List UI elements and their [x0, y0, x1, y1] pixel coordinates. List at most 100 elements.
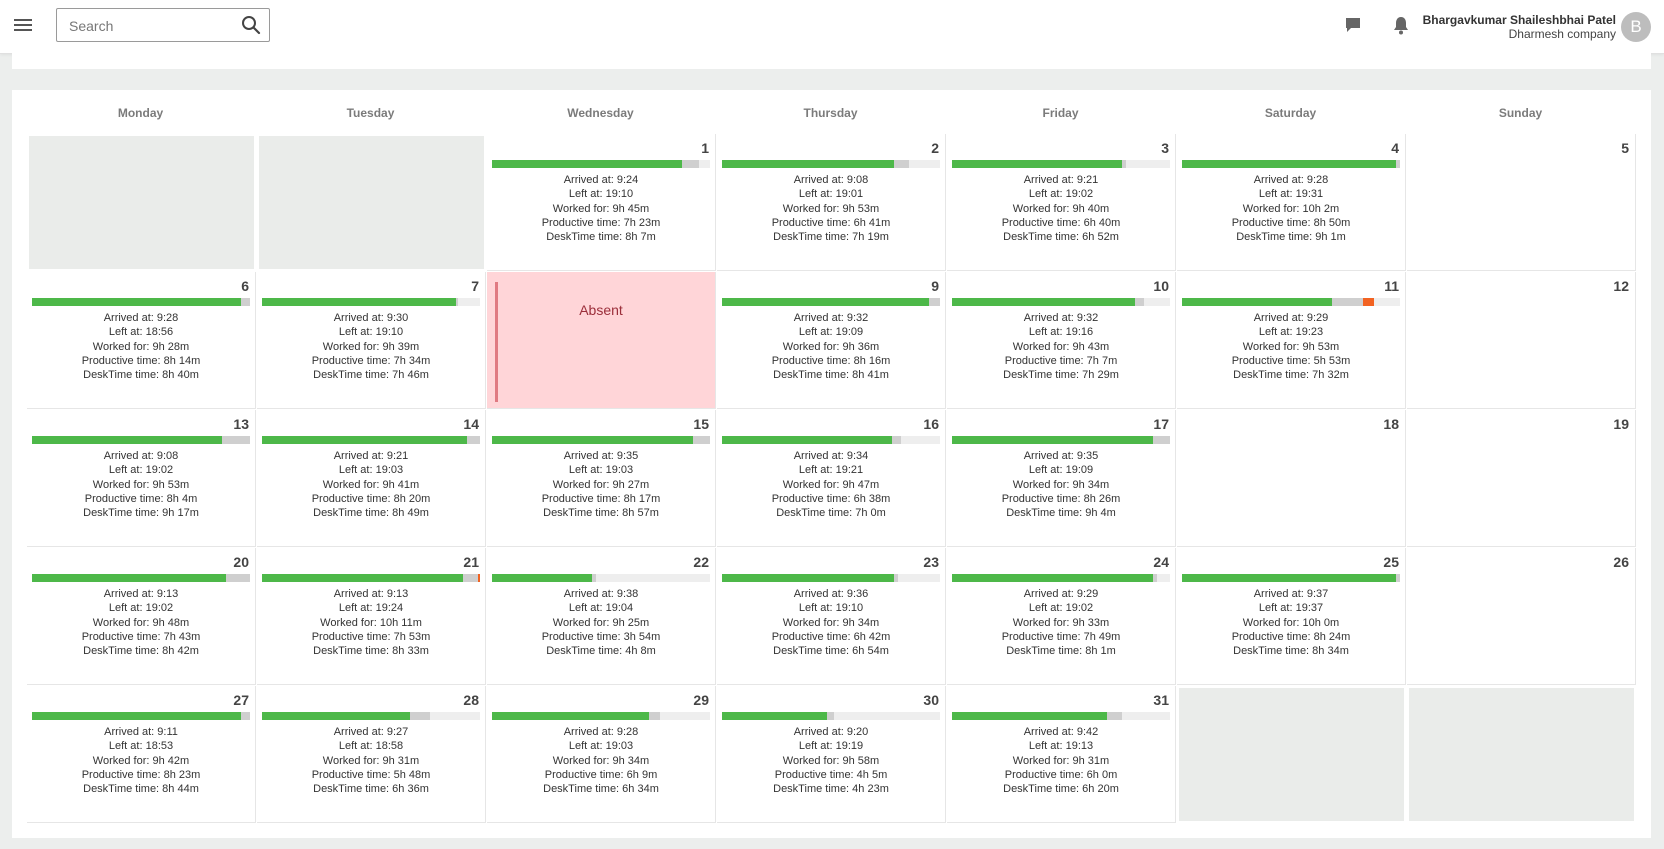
desktime-time-label: DeskTime time:	[313, 783, 393, 796]
arrived-at-label: Arrived at:	[333, 726, 387, 738]
productive-time: Productive time: 5h 48m	[257, 768, 485, 782]
desktime-time: DeskTime time: 8h 33m	[257, 644, 485, 658]
calendar-day-24[interactable]: 24 Arrived at: 9:29 Left at: 19:02 Worked f…	[947, 548, 1176, 685]
menu-icon[interactable]	[12, 15, 34, 37]
calendar-day-15[interactable]: 15 Arrived at: 9:35 Left at: 19:03 Worked f…	[487, 410, 716, 547]
day-number: 10	[1153, 278, 1169, 294]
calendar-day-23[interactable]: 23 Arrived at: 9:36 Left at: 19:10 Worked f…	[717, 548, 946, 685]
search-box[interactable]	[56, 8, 270, 42]
day-stats: Arrived at: 9:21 Left at: 19:03 Worked for…	[257, 449, 485, 520]
calendar-day-9[interactable]: 9 Arrived at: 9:32 Left at: 19:09 Worked fo…	[717, 272, 946, 409]
productive-time: Productive time: 8h 17m	[487, 492, 715, 506]
day-number: 19	[1613, 416, 1629, 432]
calendar-day-21[interactable]: 21 Arrived at: 9:13 Left at: 19:24 Worked f…	[257, 548, 486, 685]
day-number: 24	[1153, 554, 1169, 570]
day-stats: Arrived at: 9:29 Left at: 19:23 Worked for…	[1177, 311, 1405, 382]
calendar-day-20[interactable]: 20 Arrived at: 9:13 Left at: 19:02 Worked f…	[27, 548, 256, 685]
worked-for-value: 9h 28m	[152, 340, 190, 353]
bell-icon[interactable]	[1392, 15, 1410, 35]
desktime-time: DeskTime time: 9h 1m	[1177, 230, 1405, 244]
left-at-value: 18:56	[145, 326, 174, 339]
productive-time-label: Productive time:	[771, 492, 854, 505]
calendar-day-18[interactable]: 18	[1177, 410, 1406, 547]
desktime-time-label: DeskTime time:	[313, 645, 393, 658]
worked-for-label: Worked for:	[782, 478, 843, 491]
productive-time-value: 7h 23m	[623, 216, 661, 229]
calendar-day-12[interactable]: 12	[1407, 272, 1636, 409]
calendar-day-26[interactable]: 26	[1407, 548, 1636, 685]
calendar-day-8[interactable]: Absent	[487, 272, 716, 409]
neutral-segment	[929, 298, 940, 306]
calendar-day-16[interactable]: 16 Arrived at: 9:34 Left at: 19:21 Worked f…	[717, 410, 946, 547]
day-stats: Arrived at: 9:42 Left at: 19:13 Worked for…	[947, 725, 1175, 796]
calendar-day-1[interactable]: 1 Arrived at: 9:24 Left at: 19:10 Worked fo…	[487, 134, 716, 271]
productivity-bar	[492, 712, 710, 720]
top-bar: Bhargavkumar Shaileshbhai Patel Dharmesh…	[0, 0, 1664, 54]
productive-time: Productive time: 6h 40m	[947, 216, 1175, 230]
calendar-day-27[interactable]: 27 Arrived at: 9:11 Left at: 18:53 Worked f…	[27, 686, 256, 823]
worked-for-value: 9h 40m	[1072, 202, 1110, 215]
search-icon[interactable]	[241, 15, 261, 35]
arrived-at-label: Arrived at:	[103, 312, 157, 324]
avatar[interactable]: B	[1621, 12, 1651, 42]
calendar-empty-cell	[257, 134, 486, 271]
calendar-day-22[interactable]: 22 Arrived at: 9:38 Left at: 19:04 Worked f…	[487, 548, 716, 685]
productivity-bar	[722, 436, 940, 444]
worked-for-label: Worked for:	[1012, 202, 1073, 215]
worked-for-label: Worked for:	[782, 616, 843, 629]
desktime-time-value: 8h 44m	[162, 783, 199, 796]
calendar-empty-cell	[27, 134, 256, 271]
calendar-day-28[interactable]: 28 Arrived at: 9:27 Left at: 18:58 Worked f…	[257, 686, 486, 823]
desktime-time: DeskTime time: 4h 23m	[717, 782, 945, 796]
desktime-time-value: 8h 57m	[622, 507, 659, 520]
search-input[interactable]	[67, 16, 231, 36]
calendar-day-31[interactable]: 31 Arrived at: 9:42 Left at: 19:13 Worked f…	[947, 686, 1176, 823]
calendar-day-5[interactable]: 5	[1407, 134, 1636, 271]
left-at-label: Left at:	[568, 740, 606, 753]
productive-time: Productive time: 8h 14m	[27, 354, 255, 368]
left-at: Left at: 19:13	[947, 739, 1175, 753]
arrived-at-label: Arrived at:	[1253, 312, 1307, 324]
calendar-day-14[interactable]: 14 Arrived at: 9:21 Left at: 19:03 Worked f…	[257, 410, 486, 547]
worked-for: Worked for: 9h 25m	[487, 616, 715, 630]
arrived-at-value: 9:34	[846, 450, 869, 462]
desktime-time: DeskTime time: 8h 44m	[27, 782, 255, 796]
left-at-label: Left at:	[108, 464, 146, 477]
worked-for: Worked for: 9h 36m	[717, 340, 945, 354]
desktime-time-value: 8h 7m	[625, 231, 656, 244]
left-at-value: 19:16	[1065, 326, 1094, 339]
worked-for: Worked for: 9h 47m	[717, 478, 945, 492]
productive-segment	[952, 436, 1153, 444]
neutral-segment	[241, 712, 250, 720]
calendar-day-2[interactable]: 2 Arrived at: 9:08 Left at: 19:01 Worked fo…	[717, 134, 946, 271]
calendar-day-13[interactable]: 13 Arrived at: 9:08 Left at: 19:02 Worked f…	[27, 410, 256, 547]
day-number: 21	[463, 554, 479, 570]
worked-for-label: Worked for:	[1012, 616, 1073, 629]
worked-for-label: Worked for:	[552, 478, 613, 491]
calendar-day-17[interactable]: 17 Arrived at: 9:35 Left at: 19:09 Worked f…	[947, 410, 1176, 547]
productivity-bar	[262, 436, 480, 444]
calendar-day-10[interactable]: 10 Arrived at: 9:32 Left at: 19:16 Worked f…	[947, 272, 1176, 409]
weekday-label: Monday	[117, 106, 164, 120]
absent-label: Absent	[579, 302, 623, 318]
calendar-day-4[interactable]: 4 Arrived at: 9:28 Left at: 19:31 Worked fo…	[1177, 134, 1406, 271]
chat-icon[interactable]	[1344, 16, 1362, 34]
neutral-segment	[1396, 574, 1400, 582]
arrived-at-label: Arrived at:	[793, 312, 847, 324]
worked-for-value: 10h 2m	[1302, 202, 1340, 215]
desktime-time: DeskTime time: 6h 34m	[487, 782, 715, 796]
desktime-time-value: 6h 36m	[392, 783, 429, 796]
calendar-day-30[interactable]: 30 Arrived at: 9:20 Left at: 19:19 Worked f…	[717, 686, 946, 823]
productive-time-value: 7h 49m	[1083, 630, 1121, 643]
user-info[interactable]: Bhargavkumar Shaileshbhai Patel Dharmesh…	[1423, 13, 1616, 42]
calendar-day-7[interactable]: 7 Arrived at: 9:30 Left at: 19:10 Worked fo…	[257, 272, 486, 409]
calendar-day-29[interactable]: 29 Arrived at: 9:28 Left at: 19:03 Worked f…	[487, 686, 716, 823]
left-at-value: 19:10	[835, 602, 864, 615]
calendar-day-19[interactable]: 19	[1407, 410, 1636, 547]
calendar-day-6[interactable]: 6 Arrived at: 9:28 Left at: 18:56 Worked fo…	[27, 272, 256, 409]
left-at: Left at: 19:04	[487, 601, 715, 615]
calendar-day-11[interactable]: 11 Arrived at: 9:29 Left at: 19:23 Worked f…	[1177, 272, 1406, 409]
arrived-at-label: Arrived at:	[793, 450, 847, 462]
calendar-day-3[interactable]: 3 Arrived at: 9:21 Left at: 19:02 Worked fo…	[947, 134, 1176, 271]
calendar-day-25[interactable]: 25 Arrived at: 9:37 Left at: 19:37 Worked f…	[1177, 548, 1406, 685]
